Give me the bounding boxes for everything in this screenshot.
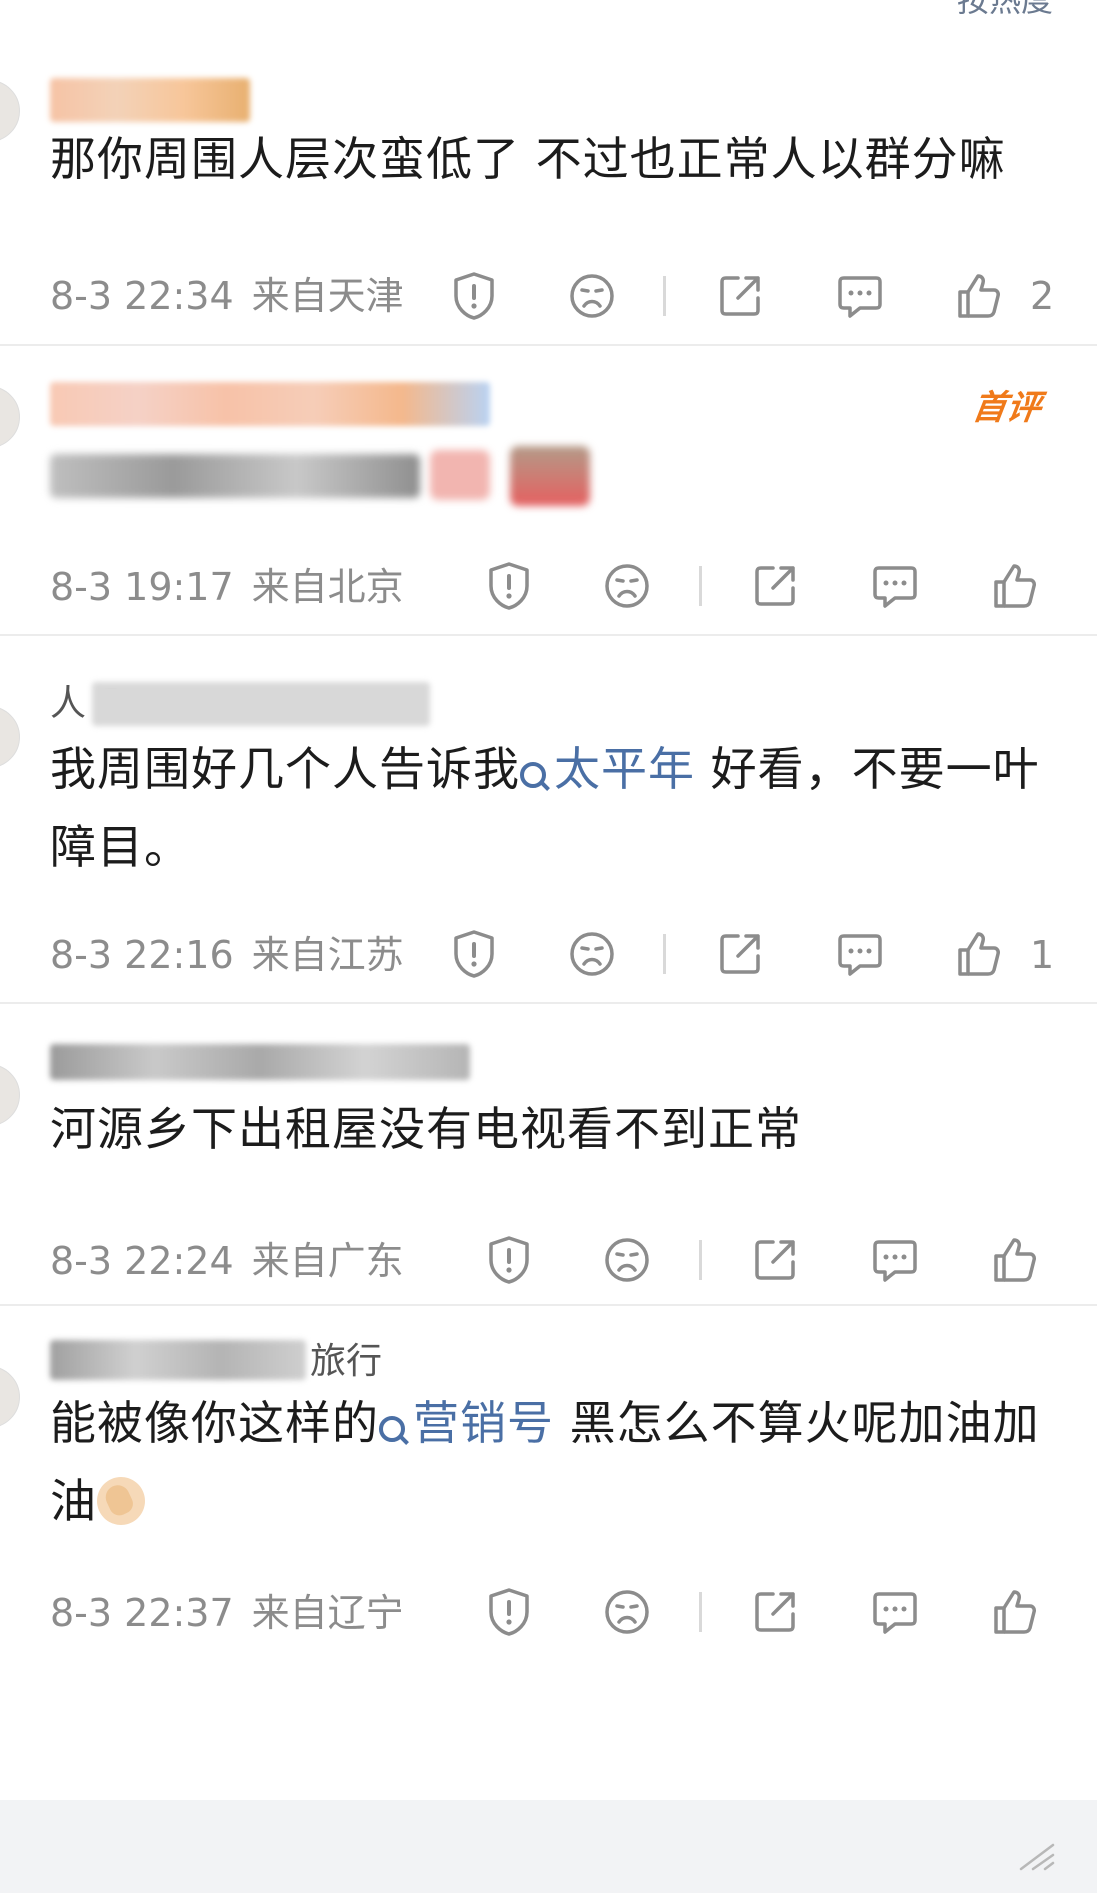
topic-tag-label: 营销号 bbox=[413, 1396, 554, 1450]
like-thumb-icon[interactable] bbox=[988, 1234, 1040, 1286]
comment-feed: 按热度 那你周围人层次蛮低了 不过也正常人以群分嘛 8-3 22:34 来自天津 … bbox=[0, 0, 1097, 1686]
avatar[interactable] bbox=[0, 1366, 20, 1428]
comment-meta: 8-3 22:34 来自天津 bbox=[50, 273, 422, 319]
comment-time: 8-3 22:37 bbox=[50, 1591, 234, 1635]
share-icon[interactable] bbox=[714, 928, 766, 980]
avatar[interactable] bbox=[0, 706, 20, 768]
comment-time: 8-3 22:16 bbox=[50, 933, 234, 977]
comment-text-blurred bbox=[50, 446, 610, 516]
comment-text: 能被像你这样的 营销号 黑怎么不算火呢加油加油 bbox=[50, 1384, 1040, 1540]
reply-icon[interactable] bbox=[869, 1234, 921, 1286]
dislike-face-icon[interactable] bbox=[601, 1586, 653, 1638]
comment-item: 人 flower 我周围好几个人告诉我太平年 好看，不要一叶障目。 8-3 22… bbox=[0, 636, 1097, 1004]
comment-text: 那你周围人层次蛮低了 不过也正常人以群分嘛 bbox=[50, 132, 1006, 186]
reply-icon[interactable] bbox=[869, 1586, 921, 1638]
comment-location: 来自辽宁 bbox=[251, 1591, 404, 1635]
comment-text-before: 我周围好几个人告诉我 bbox=[50, 742, 520, 796]
comment-time: 8-3 19:17 bbox=[50, 565, 234, 609]
share-icon[interactable] bbox=[749, 560, 801, 612]
topic-tag[interactable]: 营销号 bbox=[379, 1396, 554, 1450]
first-comment-badge: 首评 bbox=[969, 388, 1044, 428]
action-divider bbox=[699, 566, 702, 606]
comment-item: 河源乡下出租屋没有电视看不到正常 8-3 22:24 来自广东 bbox=[0, 1004, 1097, 1306]
avatar[interactable] bbox=[0, 80, 20, 142]
clapping-emoji-icon bbox=[97, 1477, 145, 1525]
like-thumb-icon[interactable] bbox=[952, 928, 1004, 980]
like-thumb-icon[interactable] bbox=[988, 560, 1040, 612]
comment-meta: 8-3 22:16 来自江苏 bbox=[50, 932, 422, 978]
comment-meta: 8-3 19:17 来自北京 bbox=[50, 564, 422, 610]
share-icon[interactable] bbox=[714, 270, 766, 322]
dislike-face-icon[interactable] bbox=[601, 1234, 653, 1286]
report-icon[interactable] bbox=[483, 1586, 535, 1638]
report-icon[interactable] bbox=[483, 560, 535, 612]
action-divider bbox=[663, 934, 666, 974]
dislike-face-icon[interactable] bbox=[601, 560, 653, 612]
like-count: 2 bbox=[1030, 274, 1055, 318]
comment-text: 我周围好几个人告诉我 太平年 好看，不要一叶障目。 bbox=[50, 730, 1040, 886]
username[interactable]: 旅行 bbox=[310, 1340, 382, 1384]
like-count: 1 bbox=[1030, 933, 1055, 977]
username-blur-overlay bbox=[92, 682, 430, 726]
comment-location: 来自江苏 bbox=[251, 933, 404, 977]
search-icon bbox=[379, 1416, 405, 1442]
resize-grip-icon bbox=[1019, 1843, 1055, 1871]
like-thumb-icon[interactable] bbox=[952, 270, 1004, 322]
comment-location: 来自天津 bbox=[251, 274, 404, 318]
comment-meta: 8-3 22:37 来自辽宁 bbox=[50, 1590, 422, 1636]
comment-location: 来自北京 bbox=[251, 565, 404, 609]
search-icon bbox=[520, 762, 546, 788]
action-divider bbox=[699, 1240, 702, 1280]
action-divider bbox=[699, 1592, 702, 1632]
share-icon[interactable] bbox=[749, 1234, 801, 1286]
comment-item: 首评 8-3 19:17 来自北京 bbox=[0, 346, 1097, 636]
dislike-face-icon[interactable] bbox=[566, 928, 618, 980]
bottom-bar bbox=[0, 1800, 1097, 1893]
report-icon[interactable] bbox=[448, 928, 500, 980]
dislike-face-icon[interactable] bbox=[566, 270, 618, 322]
reply-icon[interactable] bbox=[869, 560, 921, 612]
topic-tag[interactable]: 太平年 bbox=[520, 742, 695, 796]
avatar[interactable] bbox=[0, 386, 20, 448]
comment-text-before: 能被像你这样的 bbox=[50, 1396, 379, 1450]
reply-icon[interactable] bbox=[834, 928, 886, 980]
username-blurred[interactable] bbox=[50, 78, 250, 122]
comment-time: 8-3 22:34 bbox=[50, 274, 234, 318]
comment-text: 河源乡下出租屋没有电视看不到正常 bbox=[50, 1102, 802, 1156]
comment-item: 旅行 能被像你这样的 营销号 黑怎么不算火呢加油加油 8-3 22:37 来自辽宁 bbox=[0, 1306, 1097, 1686]
report-icon[interactable] bbox=[483, 1234, 535, 1286]
share-icon[interactable] bbox=[749, 1586, 801, 1638]
like-thumb-icon[interactable] bbox=[988, 1586, 1040, 1638]
username-blur-overlay bbox=[50, 1340, 306, 1380]
comment-location: 来自广东 bbox=[251, 1239, 404, 1283]
avatar[interactable] bbox=[0, 1064, 20, 1126]
reply-icon[interactable] bbox=[834, 270, 886, 322]
comment-item: 那你周围人层次蛮低了 不过也正常人以群分嘛 8-3 22:34 来自天津 2 bbox=[0, 0, 1097, 346]
comment-meta: 8-3 22:24 来自广东 bbox=[50, 1238, 422, 1284]
action-divider bbox=[663, 276, 666, 316]
username-blurred[interactable] bbox=[50, 382, 490, 426]
username-blurred[interactable] bbox=[50, 1044, 470, 1080]
topic-tag-label: 太平年 bbox=[554, 742, 695, 796]
comment-time: 8-3 22:24 bbox=[50, 1239, 234, 1283]
report-icon[interactable] bbox=[448, 270, 500, 322]
